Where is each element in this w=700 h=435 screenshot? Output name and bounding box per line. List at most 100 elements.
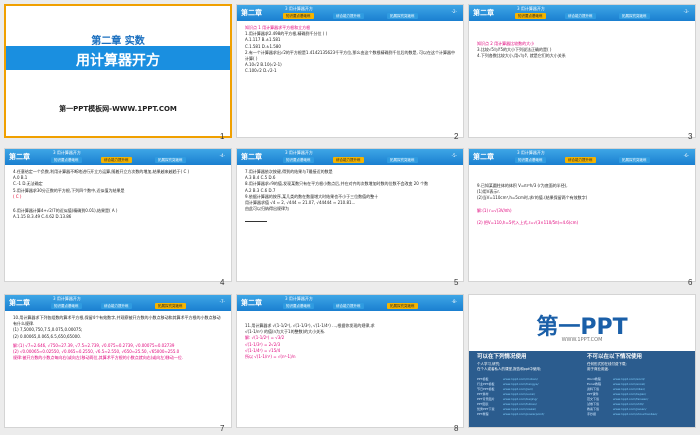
- cannot-use-column: 不可以在以下情况使用 任何形式的在线付费下载; 用于商业用途.: [587, 354, 691, 372]
- section-label: 3 用计算器开方: [285, 150, 313, 155]
- tab-basic[interactable]: 知识要点基础练: [283, 13, 314, 19]
- section-label: 3 用计算器开方: [285, 6, 313, 11]
- link-url[interactable]: www.1ppt.com/jieri/: [503, 387, 533, 391]
- slide-thumbnail-8[interactable]: 第二章 3 用计算器开方 知识要点基础练 综合能力提升练 拓展探究突破练 -8-…: [236, 294, 464, 428]
- link-url[interactable]: www.1ppt.com/sucai/: [503, 392, 535, 396]
- tab-extend[interactable]: 拓展探究突破练: [155, 157, 186, 163]
- link-list-left: PPT模板 www.1ppt.com/moban/ 行业PPT模板 www.1ppt…: [477, 377, 581, 417]
- cannot-use-item: 用于商业用途.: [587, 367, 610, 371]
- slide-thumbnail-1[interactable]: 第二章 实数 用计算器开方 第一PPT模板网-WWW.1PPT.COM: [4, 4, 232, 138]
- slide-header: 第二章 3 用计算器开方 知识要点基础练 综合能力提升练 拓展探究突破练 -2-: [237, 5, 463, 21]
- tab-basic[interactable]: 知识要点基础练: [515, 157, 546, 163]
- link-url[interactable]: www.1ppt.com/tubiao/: [503, 402, 537, 406]
- link-label: PPT教程: [477, 412, 489, 416]
- slide-body: 11.用计算器求 √(1-1/2²), √(1-1/3²), √(1-1/4²)…: [245, 323, 455, 360]
- slide-number-7: 7: [220, 424, 225, 433]
- tab-extend[interactable]: 拓展探究突破练: [387, 157, 418, 163]
- chapter-tag: 第二章: [241, 9, 262, 17]
- section-label: 3 用计算器开方: [517, 6, 545, 11]
- tab-extend[interactable]: 拓展探究突破练: [155, 303, 186, 309]
- slide-header: 第二章 3 用计算器开方 知识要点基础练 综合能力提升练 拓展探究突破练 -3-: [469, 5, 695, 21]
- slide-body: 10.用计算器求下列各组数的算术平方根,保留4个有效数字,并观察被开方数的小数点…: [13, 315, 223, 361]
- tab-basic[interactable]: 知识要点基础练: [51, 157, 82, 163]
- option-line: A.1.15 B.3.49 C.4.62 D.13.86: [13, 214, 72, 220]
- page-indicator: -6-: [683, 153, 689, 158]
- answer-blank: [245, 218, 455, 224]
- tab-improve[interactable]: 综合能力提升练: [565, 13, 596, 19]
- chapter-label: 第二章 实数: [91, 36, 145, 47]
- can-use-item: 在个人或者私人的课堂,报告和ppt中使用;: [477, 367, 542, 371]
- link-url[interactable]: www.1ppt.com/jiaoan/: [613, 407, 646, 411]
- section-label: 3 用计算器开方: [285, 296, 313, 301]
- link-url[interactable]: www.1ppt.com/shiti/: [613, 402, 644, 406]
- tab-improve[interactable]: 综合能力提升练: [101, 157, 132, 163]
- chapter-tag: 第二章: [473, 153, 494, 161]
- slide-thumbnail-5[interactable]: 第二章 3 用计算器开方 知识要点基础练 综合能力提升练 拓展探究突破练 -5-…: [236, 148, 464, 282]
- link-url[interactable]: www.1ppt.com/word/: [613, 377, 645, 381]
- section-label: 3 用计算器开方: [53, 150, 81, 155]
- slide-thumbnail-7[interactable]: 第二章 3 用计算器开方 知识要点基础练 综合能力提升练 拓展探究突破练 -7-…: [4, 294, 232, 428]
- tab-improve[interactable]: 综合能力提升练: [333, 303, 364, 309]
- slide-body: 知识点 2 用计算器比较数的大小 3.比较√5与∛5的大小下列说法正确的是( )…: [477, 41, 687, 60]
- tab-improve[interactable]: 综合能力提升练: [333, 157, 364, 163]
- slide-thumbnail-3[interactable]: 第二章 3 用计算器开方 知识要点基础练 综合能力提升练 拓展探究突破练 -3-…: [468, 4, 696, 138]
- chapter-tag: 第二章: [473, 9, 494, 17]
- page-indicator: -2-: [451, 9, 457, 14]
- link-url[interactable]: www.1ppt.com/moban/: [503, 377, 538, 381]
- link-url[interactable]: www.1ppt.com/kejian/: [613, 392, 646, 396]
- answer-line: (2) 把V=110,h=5代入上式,r=√(3×110/5π)≈4.6(cm): [477, 219, 579, 225]
- page-indicator: -7-: [219, 299, 225, 304]
- slide-thumbnail-4[interactable]: 第二章 3 用计算器开方 知识要点基础练 综合能力提升练 拓展探究突破练 -4-…: [4, 148, 232, 282]
- slide-thumbnail-9[interactable]: 第一PPT WWW.1PPT.COM 可以在下列情况使用 个人学习,研究; 在个…: [468, 294, 696, 428]
- question-line: 由此可以归纳得出规律为: [245, 206, 289, 212]
- option-line: C.100√2 D.√2-1: [245, 68, 277, 74]
- question-line: 10.用计算器求下列各组数的算术平方根,保留4个有效数字,并观察被开方数的小数点…: [13, 315, 221, 327]
- section-label: 3 用计算器开方: [517, 150, 545, 155]
- link-url[interactable]: www.1ppt.com/ziliao/: [613, 387, 645, 391]
- section-label: 3 用计算器开方: [53, 296, 81, 301]
- link-url[interactable]: www.1ppt.com/beijing/: [503, 397, 537, 401]
- slide-body: 知识点 1 用计算器求平方根和立方根 1.用计算器求2.498的平方根,精确到千…: [245, 25, 455, 75]
- tab-basic[interactable]: 知识要点基础练: [51, 303, 82, 309]
- link-url[interactable]: www.1ppt.com/shouchaobao/: [613, 412, 657, 416]
- tab-extend[interactable]: 拓展探究突破练: [387, 13, 418, 19]
- slide-header: 第二章 3 用计算器开方 知识要点基础练 综合能力提升练 拓展探究突破练 -6-: [469, 149, 695, 165]
- tab-basic[interactable]: 知识要点基础练: [283, 303, 314, 309]
- answer-line: 规律:被开方数的小数点每向右(或向左)移动两位,其算术平方根的小数点就向右(或向…: [13, 355, 184, 361]
- tab-extend[interactable]: 拓展探究突破练: [387, 303, 418, 309]
- question-line: 2.有一个计算器求出√2的平方根是1.4142135623千平方位,那么由这个数…: [245, 49, 455, 62]
- slide-thumbnail-6[interactable]: 第二章 3 用计算器开方 知识要点基础练 综合能力提升练 拓展探究突破练 -6-…: [468, 148, 696, 282]
- tab-extend[interactable]: 拓展探究突破练: [619, 157, 650, 163]
- slide-body: 4.任意给定一个负数,利用计算器不断地进行开立方运算,随着开立方次数的增加,结果…: [13, 169, 223, 220]
- slide-number-4: 4: [220, 278, 225, 287]
- slide-body: 7.用计算器依次按键,得到的结果与7最接近的数是 A.3 B.4 C.5 D.6…: [245, 169, 455, 225]
- link-url[interactable]: www.1ppt.com/hangye/: [503, 382, 538, 386]
- slide-header: 第二章 3 用计算器开方 知识要点基础练 综合能力提升练 拓展探究突破练 -7-: [5, 295, 231, 311]
- slide-number-3: 3: [688, 132, 693, 141]
- link-url[interactable]: www.1ppt.com/powerpoint/: [503, 412, 544, 416]
- link-list-right: Word教程 www.1ppt.com/word/ Excel教程 www.1ppt…: [587, 377, 691, 417]
- link-url[interactable]: www.1ppt.com/excel/: [613, 382, 645, 386]
- page-indicator: -5-: [451, 153, 457, 158]
- question-line: 4.下列各数比较大小,用√与∛, 就是它们的大小关系: [477, 53, 566, 59]
- slide-header: 第二章 3 用计算器开方 知识要点基础练 综合能力提升练 拓展探究突破练 -5-: [237, 149, 463, 165]
- slide-title: 用计算器开方: [76, 53, 160, 69]
- tab-basic[interactable]: 知识要点基础练: [515, 13, 546, 19]
- link-url[interactable]: www.1ppt.com/xiazai/: [503, 407, 536, 411]
- brand-url: WWW.1PPT.COM: [561, 337, 603, 343]
- chapter-tag: 第二章: [241, 153, 262, 161]
- page-indicator: -3-: [683, 9, 689, 14]
- link-url[interactable]: www.1ppt.com/fanwen/: [613, 397, 648, 401]
- slide-number-2: 2: [454, 132, 459, 141]
- slide-header: 第二章 3 用计算器开方 知识要点基础练 综合能力提升练 拓展探究突破练 -4-: [5, 149, 231, 165]
- tab-improve[interactable]: 综合能力提升练: [333, 13, 364, 19]
- tab-basic[interactable]: 知识要点基础练: [283, 157, 314, 163]
- chapter-tag: 第二章: [241, 299, 262, 307]
- tab-improve[interactable]: 综合能力提升练: [565, 157, 596, 163]
- slide-thumbnail-2[interactable]: 第二章 3 用计算器开方 知识要点基础练 综合能力提升练 拓展探究突破练 -2-…: [236, 4, 464, 138]
- tab-improve[interactable]: 综合能力提升练: [101, 303, 132, 309]
- slide-number-8: 8: [454, 424, 459, 433]
- tab-extend[interactable]: 拓展探究突破练: [619, 13, 650, 19]
- cannot-use-title: 不可以在以下情况使用: [587, 354, 643, 360]
